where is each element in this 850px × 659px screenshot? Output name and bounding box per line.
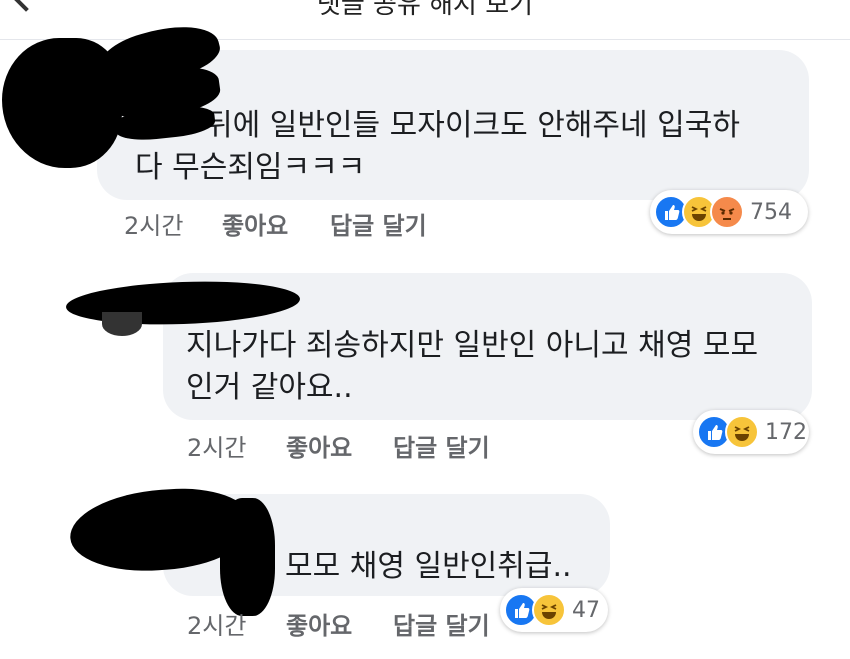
redaction-mark bbox=[220, 498, 275, 616]
timestamp: 2시간 bbox=[187, 612, 247, 640]
page-title: 댓글 공유 해시 보기 bbox=[316, 0, 534, 20]
timestamp: 2시간 bbox=[187, 434, 247, 462]
reply-button[interactable]: 답글 달기 bbox=[330, 206, 427, 241]
comment-text-line: 모모 채영 일반인취급.. bbox=[285, 549, 572, 584]
like-button[interactable]: 좋아요 bbox=[286, 428, 352, 463]
reaction-summary[interactable]: 47 bbox=[500, 588, 608, 632]
reply-button[interactable]: 답글 달기 bbox=[393, 606, 490, 641]
like-button[interactable]: 좋아요 bbox=[286, 606, 352, 641]
comment-text-line: 뒤에 일반인들 모자이크도 안해주네 입국하 bbox=[205, 108, 740, 143]
avatar bbox=[102, 312, 142, 336]
angry-icon bbox=[710, 195, 744, 229]
haha-icon bbox=[532, 593, 566, 627]
comment-meta: 2시간 좋아요 답글 달기 bbox=[0, 606, 850, 640]
comment-text-line: 인거 같아요.. bbox=[186, 370, 353, 405]
reaction-summary[interactable]: 172 bbox=[693, 410, 809, 454]
comment-text-line: 다 무슨죄임ㅋㅋㅋ bbox=[135, 150, 366, 185]
reply-button[interactable]: 답글 달기 bbox=[393, 428, 490, 463]
reaction-count: 754 bbox=[750, 199, 792, 225]
top-bar: 댓글 공유 해시 보기 bbox=[0, 0, 850, 40]
timestamp: 2시간 bbox=[124, 212, 184, 240]
comment-text-line: 지나가다 죄송하지만 일반인 아니고 채영 모모 bbox=[186, 328, 759, 363]
reaction-count: 172 bbox=[765, 419, 807, 445]
like-button[interactable]: 좋아요 bbox=[222, 206, 288, 241]
haha-icon bbox=[725, 415, 759, 449]
reaction-count: 47 bbox=[572, 597, 600, 623]
reaction-summary[interactable]: 754 bbox=[650, 190, 808, 234]
